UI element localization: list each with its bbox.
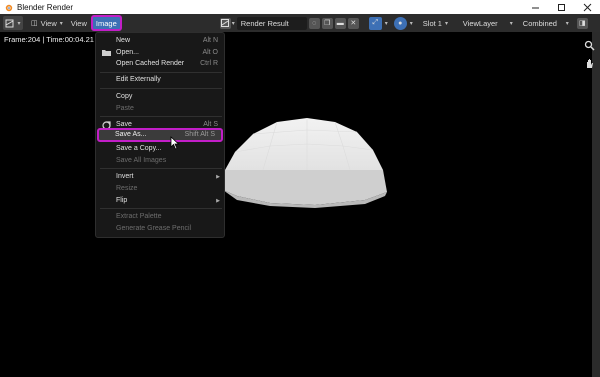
blender-logo-icon: [4, 3, 13, 12]
menu-item-shortcut: Alt S: [203, 121, 218, 128]
copy-icon: ❐: [324, 20, 331, 27]
chevron-down-icon: ▾: [231, 20, 235, 27]
menu-item-label: Save All Images: [116, 157, 167, 164]
slot-value: Slot 1: [422, 18, 442, 28]
menu-item-flip[interactable]: Flip ▶: [96, 195, 226, 206]
view-menu[interactable]: View: [67, 16, 91, 30]
unlink-image-button[interactable]: ✕: [347, 17, 359, 29]
menu-item-resize: Resize: [96, 183, 226, 194]
chevron-down-icon: ▾: [509, 20, 513, 27]
close-icon[interactable]: [574, 0, 600, 14]
menu-separator: [100, 116, 222, 117]
overlay-button[interactable]: ●: [393, 16, 407, 30]
channels-icon: ⤢: [372, 19, 379, 26]
save-icon: [102, 121, 111, 130]
menu-item-label: Save: [116, 121, 132, 128]
menu-separator: [100, 168, 222, 169]
menu-item-invert[interactable]: Invert ▶: [96, 171, 226, 182]
image-menu-label: Image: [95, 18, 117, 28]
menu-item-label: Invert: [116, 173, 134, 180]
chevron-down-icon: ▾: [384, 20, 388, 27]
display-channels-button[interactable]: ⤢: [368, 16, 382, 30]
view-layer-selector[interactable]: ViewLayer ▾: [458, 16, 517, 30]
view-menu-label: View: [40, 18, 57, 28]
menu-item-label: New: [116, 37, 131, 44]
menu-item-save-all-images: Save All Images: [96, 155, 226, 166]
view-menu-label: View: [70, 18, 87, 28]
zoom-icon[interactable]: [584, 40, 595, 54]
view-menu-button[interactable]: ◫ View ▾: [27, 16, 67, 30]
menu-item-label: Open Cached Render: [116, 60, 185, 67]
menu-separator: [100, 208, 222, 209]
rendered-dome-image: [223, 118, 387, 208]
image-editor-header: ▾ ◫ View ▾ View Image ▾ Render Result ◌ …: [0, 14, 600, 32]
folder-icon: [102, 49, 111, 56]
viewport-edge: [592, 32, 600, 377]
menu-item-shortcut: Ctrl R: [200, 60, 218, 67]
overlay-icon: ●: [398, 19, 403, 27]
menu-item-label: Generate Grease Pencil: [116, 225, 192, 232]
view-icon: ◫: [31, 20, 38, 27]
chevron-down-icon: ▾: [409, 20, 413, 27]
menu-item-label: Paste: [116, 105, 134, 112]
window-title: Blender Render: [17, 2, 74, 12]
folder-icon: ▬: [336, 19, 344, 27]
view-layer-value: ViewLayer: [462, 18, 498, 28]
image-name-value: Render Result: [240, 18, 289, 28]
menu-item-label: Extract Palette: [116, 213, 162, 220]
sidebar-icon: ◨: [578, 20, 586, 27]
menu-separator: [100, 72, 222, 73]
menu-item-shortcut: Alt O: [202, 49, 218, 56]
menu-item-extract-palette: Extract Palette: [96, 211, 226, 222]
open-image-button[interactable]: ▬: [334, 17, 346, 29]
navigation-gizmo: [582, 40, 596, 72]
menu-item-label: Resize: [116, 185, 138, 192]
chevron-down-icon: ▾: [59, 20, 63, 27]
fake-user-button[interactable]: ◌: [308, 17, 320, 29]
menu-item-open-cached-render[interactable]: Open Cached Render Ctrl R: [96, 58, 226, 69]
menu-separator: [100, 88, 222, 89]
menu-item-copy[interactable]: Copy: [96, 91, 226, 102]
render-pass-selector[interactable]: Combined ▾: [518, 16, 573, 30]
menu-item-generate-grease-pencil: Generate Grease Pencil: [96, 223, 226, 234]
menu-item-edit-externally[interactable]: Edit Externally: [96, 74, 226, 85]
frame-info-text: Frame:204 | Time:00:04.21: [4, 35, 94, 44]
window-title-bar: Blender Render: [0, 0, 600, 14]
chevron-down-icon: ▾: [444, 20, 448, 27]
slot-selector[interactable]: Slot 1 ▾: [418, 16, 457, 30]
image-icon: [221, 19, 230, 27]
mouse-pointer-icon: [170, 136, 180, 150]
submenu-arrow-icon: ▶: [216, 173, 220, 180]
maximize-icon[interactable]: [548, 0, 574, 14]
submenu-arrow-icon: ▶: [216, 197, 220, 204]
image-browse-button[interactable]: [219, 17, 231, 29]
menu-item-label: Save As...: [115, 131, 147, 138]
render-pass-value: Combined: [522, 18, 557, 28]
sidebar-toggle[interactable]: ◨: [576, 17, 588, 29]
minimize-icon[interactable]: [522, 0, 548, 14]
chevron-down-icon: ▾: [565, 20, 569, 27]
close-icon: ✕: [350, 20, 357, 27]
menu-item-shortcut: Shift Alt S: [184, 131, 215, 138]
menu-item-label: Copy: [116, 93, 133, 100]
menu-item-label: Save a Copy...: [116, 145, 162, 152]
image-menu[interactable]: Image: [90, 15, 122, 31]
pan-hand-icon[interactable]: [584, 58, 595, 72]
menu-item-shortcut: Alt N: [202, 37, 218, 44]
menu-item-open[interactable]: Open... Alt O: [96, 47, 226, 58]
menu-item-new[interactable]: New Alt N: [96, 35, 226, 46]
duplicate-image-button[interactable]: ❐: [321, 17, 333, 29]
chevron-down-icon: ▾: [17, 20, 21, 27]
shield-icon: ◌: [312, 19, 317, 27]
menu-item-label: Edit Externally: [116, 76, 161, 83]
menu-item-paste: Paste: [96, 103, 226, 114]
menu-item-save-as[interactable]: Save As... Shift Alt S: [97, 128, 223, 142]
image-name-field[interactable]: Render Result: [236, 16, 307, 30]
image-editor-icon: [5, 19, 14, 27]
menu-item-label: Flip: [116, 197, 128, 204]
menu-item-label: Open...: [116, 49, 139, 56]
menu-item-save-a-copy[interactable]: Save a Copy...: [96, 143, 226, 154]
editor-type-button[interactable]: ▾: [3, 16, 23, 30]
